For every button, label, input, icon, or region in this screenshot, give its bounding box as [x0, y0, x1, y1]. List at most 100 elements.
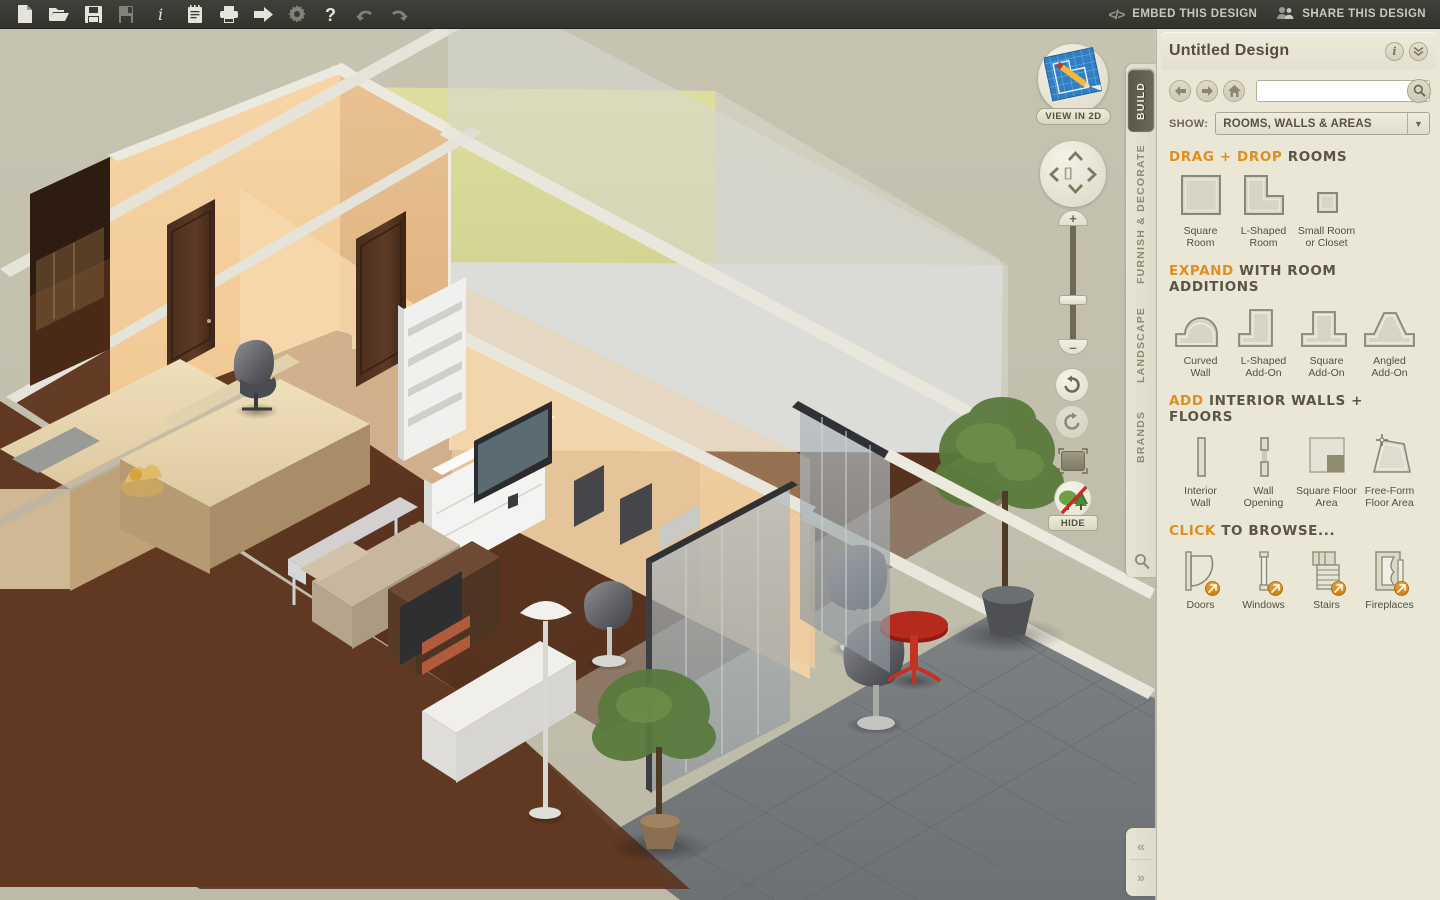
- item-small-room-or-closet[interactable]: Small Room or Closet: [1295, 170, 1358, 249]
- section-title-highlight: EXPAND: [1169, 263, 1234, 279]
- save-icon[interactable]: [76, 1, 110, 27]
- section-click-to-browse: CLICK TO BROWSE... Doors Windows Stairs …: [1157, 523, 1440, 611]
- svg-text:i: i: [158, 5, 163, 23]
- settings-gear-icon[interactable]: [280, 1, 314, 27]
- item-windows[interactable]: Windows: [1232, 544, 1295, 611]
- item-caption: Curved Wall: [1183, 355, 1218, 379]
- right-panel: Untitled Design i SHOW: ROOMS, WALLS & A…: [1156, 29, 1440, 900]
- show-select[interactable]: ROOMS, WALLS & AREAS ▼: [1215, 112, 1430, 135]
- pan-up-button[interactable]: [1067, 149, 1084, 165]
- browse-badge[interactable]: [1393, 581, 1409, 596]
- rail-tab-furnish-decorate[interactable]: FURNISH & DECORATE: [1128, 138, 1154, 290]
- section-expand-room-additions: EXPAND WITH ROOM ADDITIONS Curved Wall L-…: [1157, 263, 1440, 379]
- wall-opening-icon: [1239, 430, 1289, 480]
- section-title: CLICK TO BROWSE...: [1169, 523, 1430, 539]
- item-wall-opening[interactable]: Wall Opening: [1232, 430, 1295, 509]
- rotate-clockwise-button[interactable]: [1055, 405, 1089, 439]
- browse-badge[interactable]: [1267, 581, 1283, 596]
- item-square-add-on[interactable]: Square Add-On: [1295, 300, 1358, 379]
- view-in-2d-button[interactable]: VIEW IN 2D: [1036, 44, 1111, 125]
- item-l-shaped-room[interactable]: L-Shaped Room: [1232, 170, 1295, 249]
- share-label: SHARE THIS DESIGN: [1302, 8, 1426, 20]
- share-this-design-button[interactable]: SHARE THIS DESIGN: [1277, 6, 1426, 23]
- section-title-highlight: DRAG + DROP: [1169, 149, 1283, 165]
- collapse-up-button[interactable]: «: [1130, 832, 1152, 860]
- item-fireplaces[interactable]: Fireplaces: [1358, 544, 1421, 611]
- pan-right-button[interactable]: [1087, 166, 1098, 187]
- item-caption: L-Shaped Room: [1240, 225, 1287, 249]
- item-caption: Square Room: [1183, 225, 1218, 249]
- section-add-interior-walls-floors: ADD INTERIOR WALLS + FLOORS Interior Wall…: [1157, 393, 1440, 509]
- collapse-down-button[interactable]: »: [1130, 863, 1152, 891]
- pan-left-button[interactable]: [1048, 166, 1059, 187]
- free-form-floor-icon: [1364, 430, 1416, 480]
- panel-collapse-button[interactable]: [1409, 41, 1428, 61]
- item-doors[interactable]: Doors: [1169, 544, 1232, 611]
- pan-down-button[interactable]: [1067, 183, 1084, 199]
- panel-home-button[interactable]: [1223, 79, 1245, 102]
- help-icon[interactable]: ?: [314, 1, 348, 27]
- panel-back-button[interactable]: [1169, 79, 1191, 102]
- search-submit-button[interactable]: [1407, 78, 1431, 103]
- item-stairs[interactable]: Stairs: [1295, 544, 1358, 611]
- print-icon[interactable]: [212, 1, 246, 27]
- hide-trees-button[interactable]: HIDE: [1048, 480, 1098, 531]
- embed-this-design-button[interactable]: </> EMBED THIS DESIGN: [1108, 7, 1257, 22]
- undo-icon[interactable]: [348, 1, 382, 27]
- item-caption: Angled Add-On: [1371, 355, 1408, 379]
- item-interior-wall[interactable]: Interior Wall: [1169, 430, 1232, 509]
- export-icon[interactable]: [246, 1, 280, 27]
- scene-render: [0, 29, 1155, 900]
- zoom-slider-track[interactable]: [1070, 222, 1076, 344]
- item-angled-add-on[interactable]: Angled Add-On: [1358, 300, 1421, 379]
- item-square-floor-area[interactable]: Square Floor Area: [1295, 430, 1358, 509]
- browse-badge[interactable]: [1204, 581, 1220, 596]
- design-3d-viewport[interactable]: [0, 29, 1155, 900]
- section-title-rest: ROOMS: [1282, 149, 1348, 165]
- hide-trees-label: HIDE: [1048, 515, 1098, 531]
- rail-tab-brands[interactable]: BRANDS: [1128, 400, 1154, 474]
- info-icon[interactable]: i: [144, 1, 178, 27]
- browse-badge[interactable]: [1330, 581, 1346, 596]
- redo-icon[interactable]: [382, 1, 416, 27]
- notes-icon[interactable]: [178, 1, 212, 27]
- trees-hidden-icon: [1059, 483, 1090, 516]
- section-title: DRAG + DROP ROOMS: [1169, 149, 1430, 165]
- item-square-room[interactable]: Square Room: [1169, 170, 1232, 249]
- search-input[interactable]: [1256, 79, 1430, 102]
- section-title-rest: TO BROWSE...: [1215, 523, 1336, 539]
- top-toolbar: i ? </> EMBED THIS DESIGN SHARE THIS DES…: [0, 0, 1440, 29]
- embed-code-icon: </>: [1108, 6, 1125, 22]
- panel-header-buttons: i: [1385, 41, 1428, 61]
- save-as-icon[interactable]: [110, 1, 144, 27]
- svg-text:?: ?: [325, 5, 336, 23]
- rail-tab-landscape[interactable]: LANDSCAPE: [1128, 296, 1154, 394]
- section-title-highlight: ADD: [1169, 393, 1204, 409]
- item-l-shaped-add-on[interactable]: L-Shaped Add-On: [1232, 300, 1295, 379]
- panel-info-button[interactable]: i: [1385, 41, 1404, 61]
- chevron-down-icon[interactable]: ▼: [1407, 113, 1429, 134]
- zoom-out-button[interactable]: –: [1058, 339, 1088, 355]
- interior-wall-icon: [1176, 430, 1226, 480]
- item-free-form-floor-area[interactable]: Free-Form Floor Area: [1358, 430, 1421, 509]
- open-folder-icon[interactable]: [42, 1, 76, 27]
- new-document-icon[interactable]: [8, 1, 42, 27]
- rotate-counterclockwise-button[interactable]: [1055, 368, 1089, 402]
- rail-tab-build[interactable]: BUILD: [1128, 70, 1154, 132]
- panel-forward-button[interactable]: [1196, 79, 1218, 102]
- section-drag-drop-rooms: DRAG + DROP ROOMS Square Room L-Shaped Roo…: [1157, 149, 1440, 249]
- zoom-slider-handle[interactable]: [1059, 295, 1087, 305]
- item-caption: Interior Wall: [1184, 485, 1217, 509]
- square-addon-icon: [1299, 300, 1355, 350]
- zoom-slider[interactable]: + –: [1058, 210, 1088, 355]
- item-curved-wall[interactable]: Curved Wall: [1169, 300, 1232, 379]
- zoom-in-button[interactable]: +: [1058, 210, 1088, 226]
- search-icon[interactable]: [1134, 553, 1150, 570]
- toolbar-right-links: </> EMBED THIS DESIGN SHARE THIS DESIGN: [1108, 6, 1440, 23]
- share-people-icon: [1277, 6, 1294, 23]
- home-icon: [1227, 84, 1241, 97]
- item-caption: Stairs: [1313, 599, 1340, 611]
- pan-control[interactable]: [ ]: [1040, 141, 1106, 207]
- snapshot-button[interactable]: [1058, 448, 1088, 474]
- pan-center-button[interactable]: [ ]: [1064, 166, 1072, 179]
